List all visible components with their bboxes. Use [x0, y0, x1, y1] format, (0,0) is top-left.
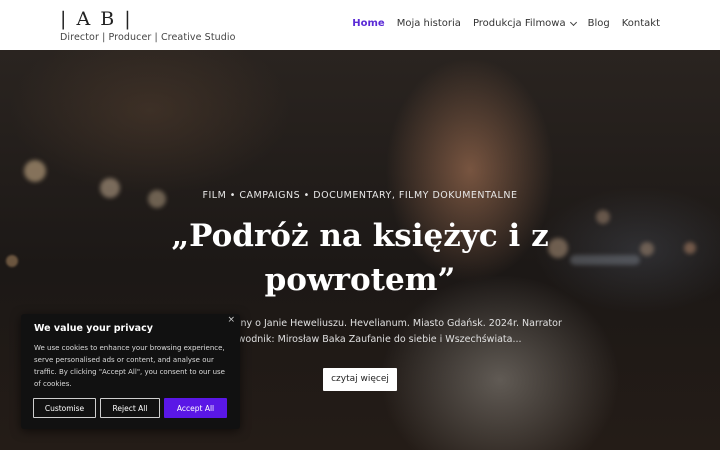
cookie-consent-panel: × We value your privacy We use cookies t… [21, 314, 240, 429]
nav-moja-historia[interactable]: Moja historia [397, 18, 461, 29]
nav-home-label: Home [352, 18, 385, 29]
bokeh-light [596, 210, 610, 224]
cookie-text: We use cookies to enhance your browsing … [34, 344, 225, 388]
nav-produkcja-filmowa[interactable]: Produkcja Filmowa [472, 18, 577, 29]
hero-title[interactable]: „Podróż na księżyc i z powrotem” [160, 214, 560, 302]
close-icon[interactable]: × [227, 315, 235, 325]
nav-kontakt[interactable]: Kontakt [622, 18, 660, 29]
customise-button[interactable]: Customise [33, 398, 96, 418]
accept-all-button[interactable]: Accept All [164, 398, 227, 418]
site-header: | A B | Director | Producer | Creative S… [0, 0, 720, 51]
reject-all-button[interactable]: Reject All [100, 398, 160, 418]
hero-excerpt: alny o Janie Heweliuszu. Hevelianum. Mia… [232, 318, 562, 345]
bokeh-light [24, 160, 46, 182]
site-logo[interactable]: | A B | [60, 8, 133, 30]
cookie-title: We value your privacy [34, 323, 153, 334]
main-nav: Home Moja historia Produkcja Filmowa Blo… [340, 18, 660, 29]
bokeh-light [570, 255, 640, 265]
nav-home[interactable]: Home [352, 18, 384, 29]
bokeh-light [6, 255, 18, 267]
hero-categories[interactable]: FILM • CAMPAIGNS • DOCUMENTARY, FILMY DO… [0, 190, 720, 201]
nav-blog-label: Blog [587, 18, 610, 29]
nav-produkcja-filmowa-label: Produkcja Filmowa [472, 18, 566, 29]
site-tagline: Director | Producer | Creative Studio [60, 32, 236, 43]
nav-kontakt-label: Kontakt [621, 18, 660, 29]
bokeh-light [640, 242, 654, 256]
read-more-button[interactable]: czytaj więcej [323, 368, 397, 391]
nav-blog[interactable]: Blog [588, 18, 610, 29]
chevron-down-icon [569, 18, 577, 26]
bokeh-light [684, 242, 696, 254]
nav-moja-historia-label: Moja historia [396, 18, 461, 29]
